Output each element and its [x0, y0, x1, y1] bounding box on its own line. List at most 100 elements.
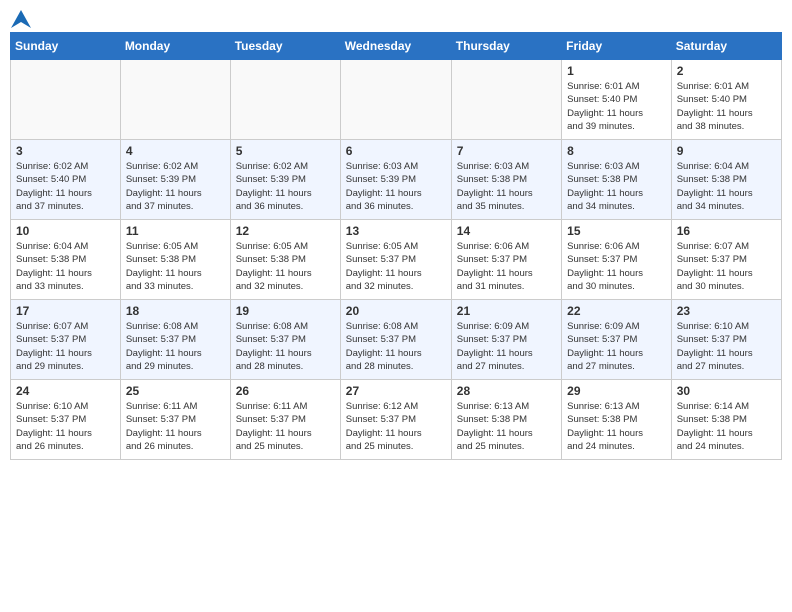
calendar-cell: 1 Sunrise: 6:01 AM Sunset: 5:40 PM Daylig… — [562, 60, 672, 140]
calendar-cell: 10 Sunrise: 6:04 AM Sunset: 5:38 PM Dayli… — [11, 220, 121, 300]
calendar-cell: 2 Sunrise: 6:01 AM Sunset: 5:40 PM Daylig… — [671, 60, 781, 140]
calendar-cell — [120, 60, 230, 140]
day-info: Sunrise: 6:11 AM Sunset: 5:37 PM Dayligh… — [236, 400, 335, 453]
day-number: 5 — [236, 144, 335, 158]
day-number: 27 — [346, 384, 446, 398]
calendar-cell: 13 Sunrise: 6:05 AM Sunset: 5:37 PM Dayli… — [340, 220, 451, 300]
day-number: 30 — [677, 384, 776, 398]
calendar-cell: 20 Sunrise: 6:08 AM Sunset: 5:37 PM Dayli… — [340, 300, 451, 380]
calendar-cell — [11, 60, 121, 140]
weekday-header-tuesday: Tuesday — [230, 33, 340, 60]
calendar-week-3: 10 Sunrise: 6:04 AM Sunset: 5:38 PM Dayli… — [11, 220, 782, 300]
calendar-cell: 5 Sunrise: 6:02 AM Sunset: 5:39 PM Daylig… — [230, 140, 340, 220]
day-info: Sunrise: 6:10 AM Sunset: 5:37 PM Dayligh… — [16, 400, 115, 453]
day-number: 7 — [457, 144, 556, 158]
day-info: Sunrise: 6:06 AM Sunset: 5:37 PM Dayligh… — [457, 240, 556, 293]
day-number: 10 — [16, 224, 115, 238]
day-info: Sunrise: 6:12 AM Sunset: 5:37 PM Dayligh… — [346, 400, 446, 453]
day-number: 17 — [16, 304, 115, 318]
calendar-cell: 27 Sunrise: 6:12 AM Sunset: 5:37 PM Dayli… — [340, 380, 451, 460]
calendar-cell: 17Sunrise: 6:07 AM Sunset: 5:37 PM Dayli… — [11, 300, 121, 380]
day-info: Sunrise: 6:02 AM Sunset: 5:39 PM Dayligh… — [126, 160, 225, 213]
calendar-cell: 15 Sunrise: 6:06 AM Sunset: 5:37 PM Dayli… — [562, 220, 672, 300]
day-info: Sunrise: 6:02 AM Sunset: 5:40 PM Dayligh… — [16, 160, 115, 213]
day-number: 19 — [236, 304, 335, 318]
day-info: Sunrise: 6:09 AM Sunset: 5:37 PM Dayligh… — [567, 320, 666, 373]
day-number: 23 — [677, 304, 776, 318]
day-info: Sunrise: 6:07 AM Sunset: 5:37 PM Dayligh… — [677, 240, 776, 293]
day-info: Sunrise: 6:04 AM Sunset: 5:38 PM Dayligh… — [16, 240, 115, 293]
day-info: Sunrise: 6:08 AM Sunset: 5:37 PM Dayligh… — [126, 320, 225, 373]
calendar-cell: 11Sunrise: 6:05 AM Sunset: 5:38 PM Dayli… — [120, 220, 230, 300]
day-number: 11 — [126, 224, 225, 238]
day-number: 28 — [457, 384, 556, 398]
calendar-cell — [230, 60, 340, 140]
calendar-cell: 12 Sunrise: 6:05 AM Sunset: 5:38 PM Dayli… — [230, 220, 340, 300]
calendar-cell: 30 Sunrise: 6:14 AM Sunset: 5:38 PM Dayli… — [671, 380, 781, 460]
day-info: Sunrise: 6:09 AM Sunset: 5:37 PM Dayligh… — [457, 320, 556, 373]
day-number: 29 — [567, 384, 666, 398]
day-number: 3 — [16, 144, 115, 158]
day-number: 12 — [236, 224, 335, 238]
calendar-cell: 14Sunrise: 6:06 AM Sunset: 5:37 PM Dayli… — [451, 220, 561, 300]
logo — [10, 10, 31, 26]
calendar-cell: 3 Sunrise: 6:02 AM Sunset: 5:40 PM Daylig… — [11, 140, 121, 220]
day-number: 6 — [346, 144, 446, 158]
day-info: Sunrise: 6:05 AM Sunset: 5:38 PM Dayligh… — [236, 240, 335, 293]
calendar-cell: 4Sunrise: 6:02 AM Sunset: 5:39 PM Daylig… — [120, 140, 230, 220]
day-info: Sunrise: 6:14 AM Sunset: 5:38 PM Dayligh… — [677, 400, 776, 453]
day-info: Sunrise: 6:06 AM Sunset: 5:37 PM Dayligh… — [567, 240, 666, 293]
weekday-header-monday: Monday — [120, 33, 230, 60]
day-number: 24 — [16, 384, 115, 398]
calendar-cell: 26 Sunrise: 6:11 AM Sunset: 5:37 PM Dayli… — [230, 380, 340, 460]
calendar-cell: 25 Sunrise: 6:11 AM Sunset: 5:37 PM Dayli… — [120, 380, 230, 460]
day-info: Sunrise: 6:04 AM Sunset: 5:38 PM Dayligh… — [677, 160, 776, 213]
weekday-header-sunday: Sunday — [11, 33, 121, 60]
weekday-header-wednesday: Wednesday — [340, 33, 451, 60]
calendar-header-row: SundayMondayTuesdayWednesdayThursdayFrid… — [11, 33, 782, 60]
calendar-cell: 9 Sunrise: 6:04 AM Sunset: 5:38 PM Daylig… — [671, 140, 781, 220]
day-number: 16 — [677, 224, 776, 238]
calendar-cell — [340, 60, 451, 140]
calendar-week-1: 1 Sunrise: 6:01 AM Sunset: 5:40 PM Daylig… — [11, 60, 782, 140]
day-number: 26 — [236, 384, 335, 398]
calendar-cell: 28 Sunrise: 6:13 AM Sunset: 5:38 PM Dayli… — [451, 380, 561, 460]
calendar-table: SundayMondayTuesdayWednesdayThursdayFrid… — [10, 32, 782, 460]
day-info: Sunrise: 6:05 AM Sunset: 5:37 PM Dayligh… — [346, 240, 446, 293]
day-info: Sunrise: 6:10 AM Sunset: 5:37 PM Dayligh… — [677, 320, 776, 373]
calendar-cell: 21 Sunrise: 6:09 AM Sunset: 5:37 PM Dayli… — [451, 300, 561, 380]
day-info: Sunrise: 6:03 AM Sunset: 5:39 PM Dayligh… — [346, 160, 446, 213]
calendar-week-4: 17Sunrise: 6:07 AM Sunset: 5:37 PM Dayli… — [11, 300, 782, 380]
calendar-week-5: 24 Sunrise: 6:10 AM Sunset: 5:37 PM Dayli… — [11, 380, 782, 460]
day-info: Sunrise: 6:03 AM Sunset: 5:38 PM Dayligh… — [567, 160, 666, 213]
day-info: Sunrise: 6:13 AM Sunset: 5:38 PM Dayligh… — [457, 400, 556, 453]
day-number: 13 — [346, 224, 446, 238]
day-info: Sunrise: 6:03 AM Sunset: 5:38 PM Dayligh… — [457, 160, 556, 213]
day-number: 1 — [567, 64, 666, 78]
day-number: 18 — [126, 304, 225, 318]
weekday-header-thursday: Thursday — [451, 33, 561, 60]
day-number: 8 — [567, 144, 666, 158]
day-number: 15 — [567, 224, 666, 238]
day-info: Sunrise: 6:11 AM Sunset: 5:37 PM Dayligh… — [126, 400, 225, 453]
calendar-cell: 18 Sunrise: 6:08 AM Sunset: 5:37 PM Dayli… — [120, 300, 230, 380]
day-number: 21 — [457, 304, 556, 318]
weekday-header-friday: Friday — [562, 33, 672, 60]
logo-bird-icon — [11, 10, 31, 28]
calendar-week-2: 3 Sunrise: 6:02 AM Sunset: 5:40 PM Daylig… — [11, 140, 782, 220]
calendar-cell: 6 Sunrise: 6:03 AM Sunset: 5:39 PM Daylig… — [340, 140, 451, 220]
day-info: Sunrise: 6:01 AM Sunset: 5:40 PM Dayligh… — [677, 80, 776, 133]
calendar-cell: 23 Sunrise: 6:10 AM Sunset: 5:37 PM Dayli… — [671, 300, 781, 380]
day-number: 2 — [677, 64, 776, 78]
calendar-cell: 19Sunrise: 6:08 AM Sunset: 5:37 PM Dayli… — [230, 300, 340, 380]
calendar-cell: 24 Sunrise: 6:10 AM Sunset: 5:37 PM Dayli… — [11, 380, 121, 460]
day-info: Sunrise: 6:01 AM Sunset: 5:40 PM Dayligh… — [567, 80, 666, 133]
day-info: Sunrise: 6:08 AM Sunset: 5:37 PM Dayligh… — [346, 320, 446, 373]
day-number: 25 — [126, 384, 225, 398]
day-number: 9 — [677, 144, 776, 158]
calendar-cell: 7 Sunrise: 6:03 AM Sunset: 5:38 PM Daylig… — [451, 140, 561, 220]
calendar-cell — [451, 60, 561, 140]
calendar-cell: 22Sunrise: 6:09 AM Sunset: 5:37 PM Dayli… — [562, 300, 672, 380]
day-number: 20 — [346, 304, 446, 318]
day-info: Sunrise: 6:02 AM Sunset: 5:39 PM Dayligh… — [236, 160, 335, 213]
